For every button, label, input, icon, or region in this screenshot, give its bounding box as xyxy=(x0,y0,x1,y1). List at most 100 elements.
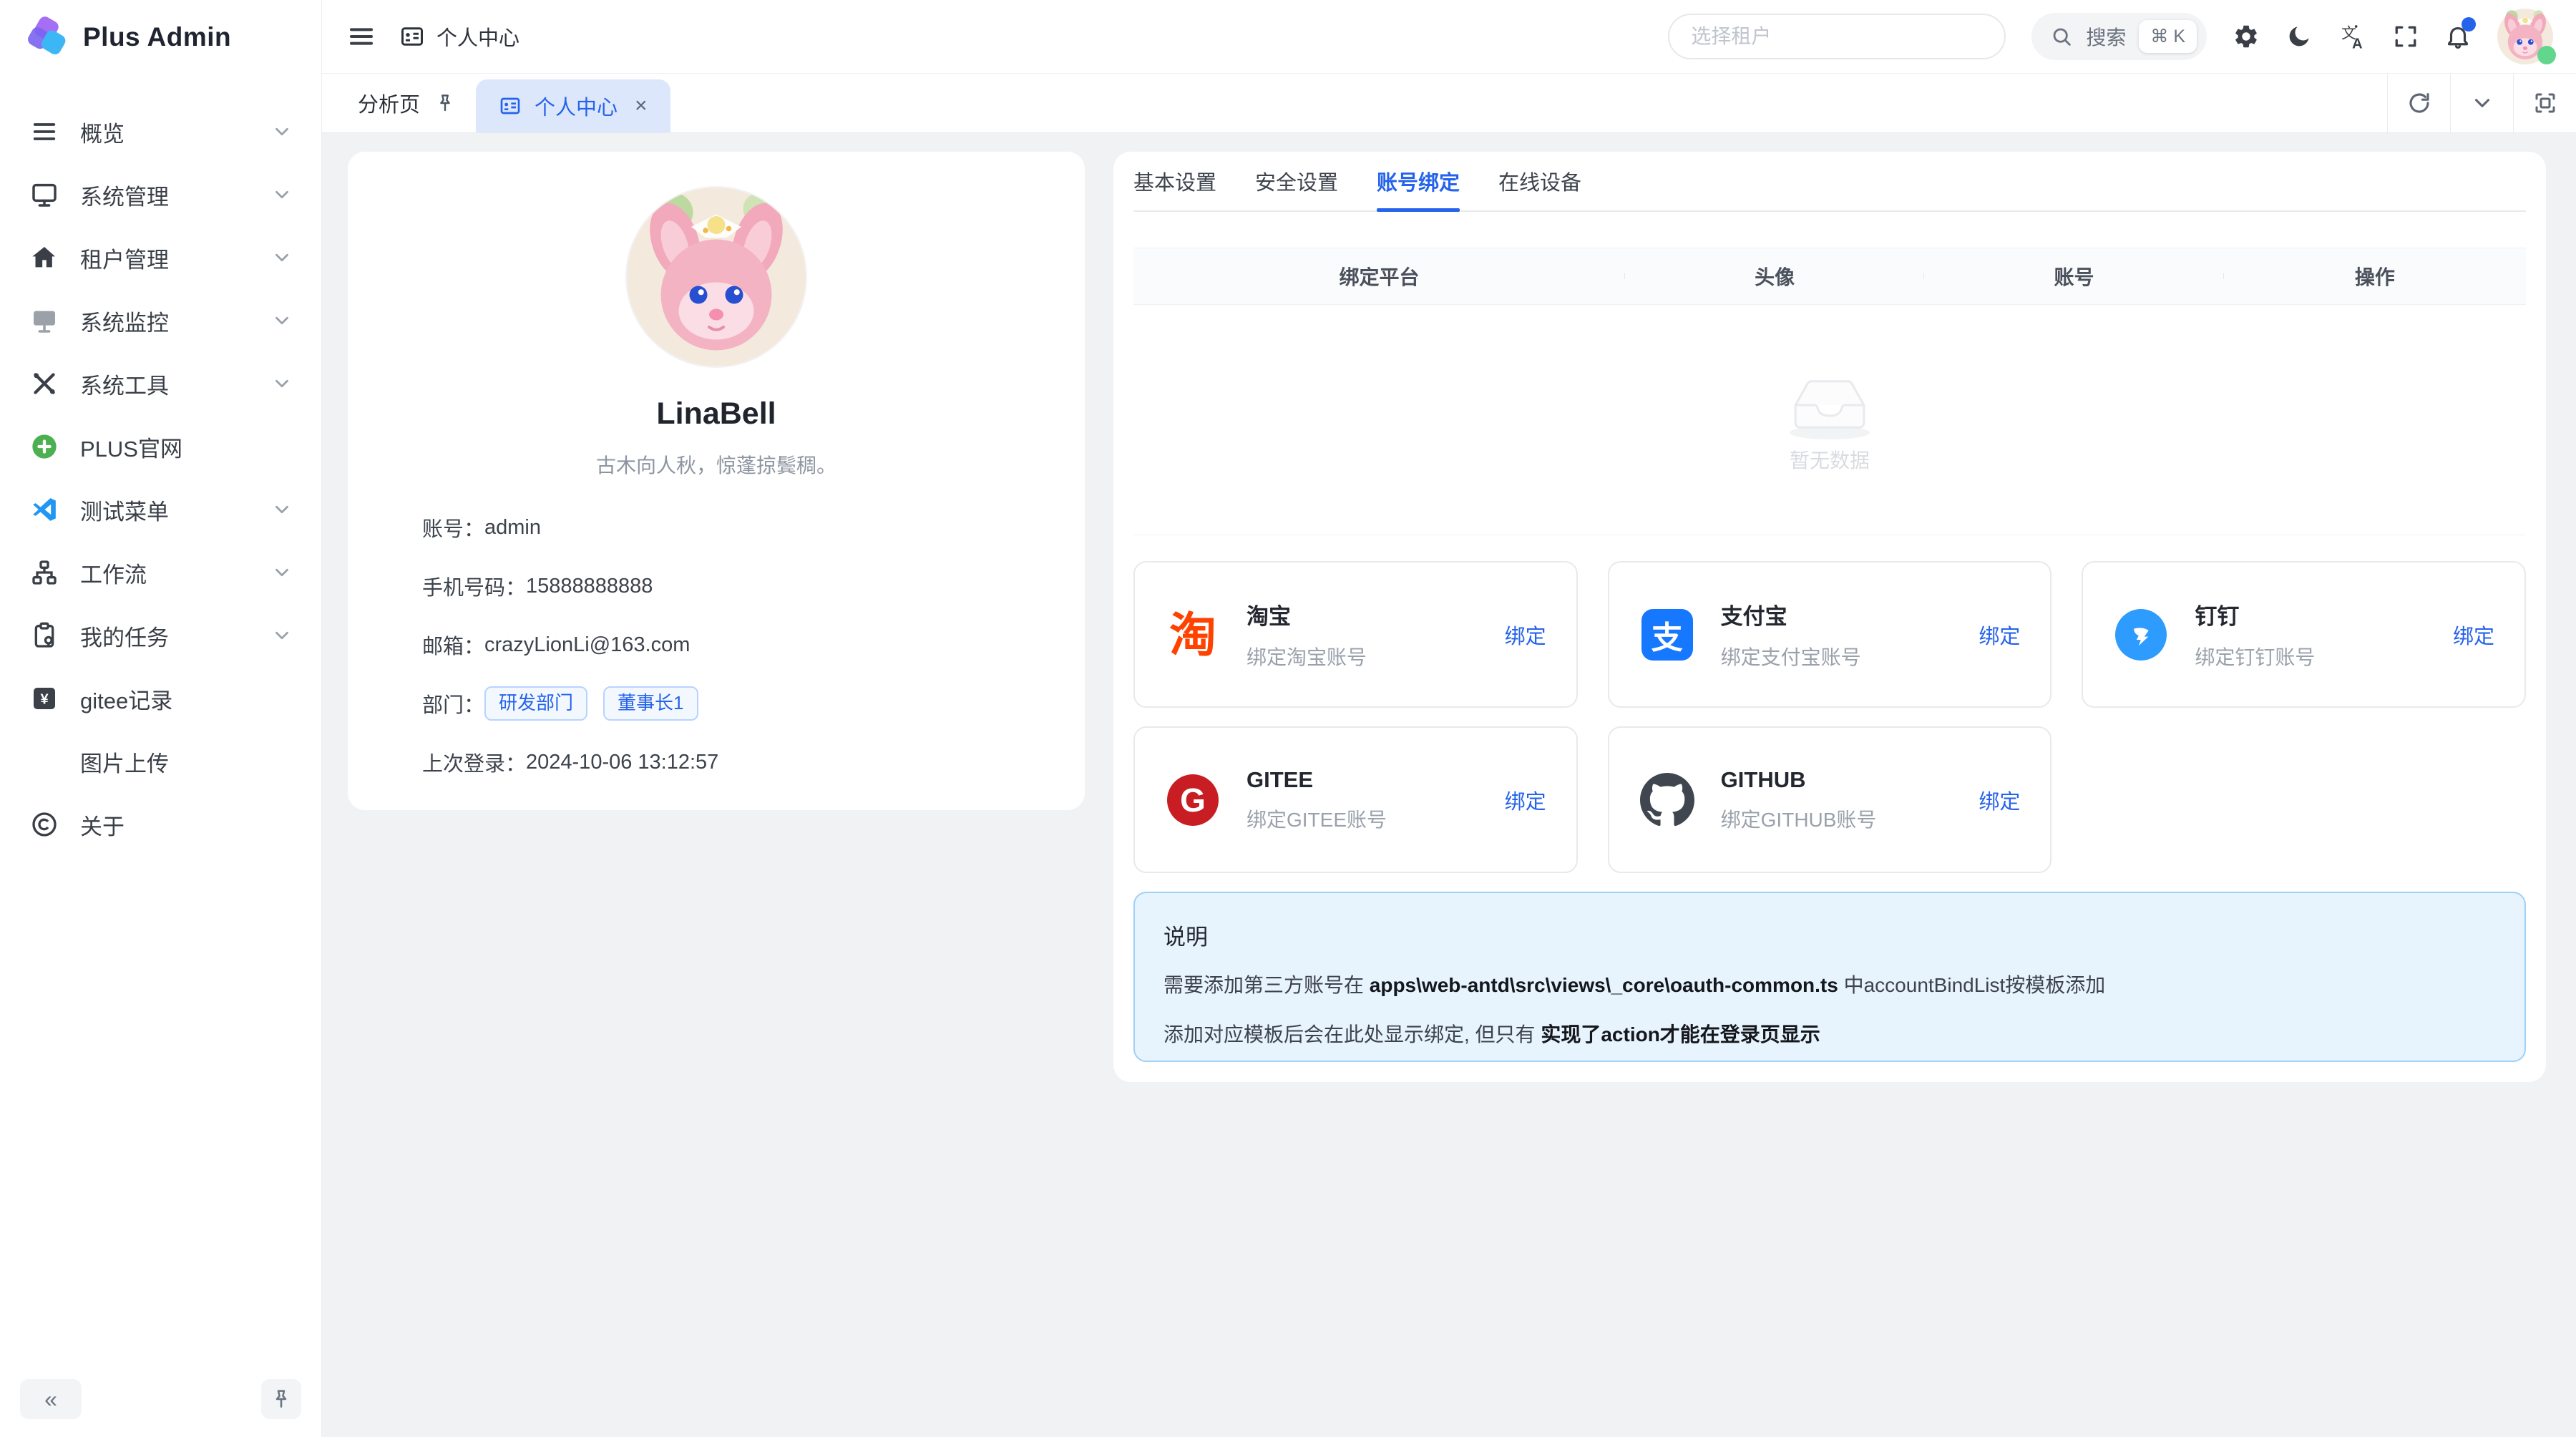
empty-state: 暂无数据 xyxy=(1133,305,2526,535)
bind-card-title: 支付宝 xyxy=(1721,598,1979,630)
column-header-account: 账号 xyxy=(1924,262,2223,291)
empty-inbox-icon xyxy=(1782,366,1878,441)
tab-analysis[interactable]: 分析页 xyxy=(322,74,476,132)
sidebar-item-about[interactable]: 关于 xyxy=(11,793,310,856)
tab-personal-center[interactable]: 个人中心 × xyxy=(476,79,670,132)
sidebar-item-tenant-admin[interactable]: 租户管理 xyxy=(11,226,310,289)
chevron-down-icon xyxy=(271,499,293,520)
search-icon xyxy=(2050,25,2073,48)
notification-badge xyxy=(2462,17,2476,31)
bind-card-desc: 绑定淘宝账号 xyxy=(1246,642,1505,671)
search-shortcut-badge: ⌘ K xyxy=(2139,20,2197,53)
profile-field-email: 邮箱： crazyLionLi@163.com xyxy=(422,629,1010,661)
monitor-icon xyxy=(29,179,60,210)
binding-table-header: 绑定平台 头像 账号 操作 xyxy=(1133,248,2526,305)
moon-icon[interactable] xyxy=(2285,23,2313,50)
column-header-actions: 操作 xyxy=(2224,262,2526,291)
bind-link-gitee[interactable]: 绑定 xyxy=(1505,785,1546,815)
sidebar-item-gitee-record[interactable]: ¥ gitee记录 xyxy=(11,667,310,730)
pin-icon xyxy=(270,1388,293,1411)
sidebar-item-test-menu[interactable]: 测试菜单 xyxy=(11,478,310,541)
profile-field-phone: 手机号码： 15888888888 xyxy=(422,570,1010,602)
note-box: 说明 需要添加第三方账号在 apps\web-antd\src\views\_c… xyxy=(1133,892,2526,1062)
app-logo-icon xyxy=(26,16,67,58)
bind-card-desc: 绑定钉钉账号 xyxy=(2195,642,2453,671)
top-bar-actions: 搜索 ⌘ K 文A xyxy=(1668,9,2553,64)
sidebar-item-workflow[interactable]: 工作流 xyxy=(11,541,310,604)
logo[interactable]: Plus Admin xyxy=(0,0,321,74)
bind-card-desc: 绑定GITEE账号 xyxy=(1246,804,1505,833)
vscode-icon xyxy=(29,494,60,525)
chevron-down-icon[interactable] xyxy=(2450,74,2513,132)
settings-panel: 基本设置 安全设置 账号绑定 在线设备 绑定平台 头像 账号 操作 xyxy=(1113,152,2546,1082)
bind-link-alipay[interactable]: 绑定 xyxy=(1979,620,2020,650)
pin-icon[interactable] xyxy=(434,92,456,114)
github-icon xyxy=(1639,772,1695,828)
chevron-down-icon xyxy=(271,184,293,205)
chevron-down-icon xyxy=(271,121,293,142)
gitee-icon: G xyxy=(1165,772,1221,828)
app-title: Plus Admin xyxy=(83,22,231,52)
clipboard-icon xyxy=(29,620,60,651)
sidebar-item-system-admin[interactable]: 系统管理 xyxy=(11,163,310,226)
main-area: 个人中心 搜索 ⌘ K 文A xyxy=(322,0,2576,1437)
global-search[interactable]: 搜索 ⌘ K xyxy=(2031,13,2207,60)
monitor-filled-icon xyxy=(29,305,60,336)
translate-icon[interactable]: 文A xyxy=(2338,22,2367,51)
bind-card-title: 钉钉 xyxy=(2195,598,2453,630)
bind-card-dingtalk: 钉钉 绑定钉钉账号 绑定 xyxy=(2082,561,2526,708)
sidebar-item-system-tools[interactable]: 系统工具 xyxy=(11,352,310,415)
department-tag: 董事长1 xyxy=(603,686,698,721)
maximize-icon[interactable] xyxy=(2513,74,2576,132)
bind-card-title: GITEE xyxy=(1246,767,1505,793)
profile-field-department: 部门： 研发部门 董事长1 xyxy=(422,688,1010,719)
note-title: 说明 xyxy=(1163,919,2496,951)
close-icon[interactable]: × xyxy=(635,95,648,117)
profile-field-account: 账号： admin xyxy=(422,512,1010,543)
menu-icon xyxy=(29,116,60,147)
tab-security-settings[interactable]: 安全设置 xyxy=(1255,152,1338,210)
note-line-1: 需要添加第三方账号在 apps\web-antd\src\views\_core… xyxy=(1163,971,2496,1000)
tenant-select-input[interactable] xyxy=(1668,14,2006,59)
sidebar-item-overview[interactable]: 概览 xyxy=(11,100,310,163)
home-icon xyxy=(29,242,60,273)
tab-basic-settings[interactable]: 基本设置 xyxy=(1133,152,1216,210)
workflow-icon xyxy=(29,557,60,588)
bind-card-taobao: 淘 淘宝 绑定淘宝账号 绑定 xyxy=(1133,561,1578,708)
sidebar-item-system-monitor[interactable]: 系统监控 xyxy=(11,289,310,352)
sidebar-item-my-tasks[interactable]: 我的任务 xyxy=(11,604,310,667)
user-avatar[interactable] xyxy=(2497,9,2553,64)
tab-account-binding[interactable]: 账号绑定 xyxy=(1377,152,1460,210)
bind-link-github[interactable]: 绑定 xyxy=(1979,785,2020,815)
bind-card-desc: 绑定GITHUB账号 xyxy=(1721,804,1979,833)
sidebar-item-plus-site[interactable]: PLUS官网 xyxy=(11,415,310,478)
fullscreen-icon[interactable] xyxy=(2393,24,2419,49)
profile-motto: 古木向人秋，惊蓬掠鬓稠。 xyxy=(596,450,836,479)
department-tag: 研发部门 xyxy=(484,686,587,721)
chevron-down-icon xyxy=(271,562,293,583)
sidebar-collapse-button[interactable]: « xyxy=(20,1379,82,1419)
svg-text:¥: ¥ xyxy=(40,692,49,708)
sidebar-pin-button[interactable] xyxy=(261,1379,301,1419)
notifications-button[interactable] xyxy=(2444,23,2472,50)
tab-online-devices[interactable]: 在线设备 xyxy=(1498,152,1581,210)
tabs-toolbar xyxy=(2387,74,2576,132)
alipay-icon: 支 xyxy=(1639,607,1695,663)
column-header-avatar: 头像 xyxy=(1625,262,1924,291)
top-bar: 个人中心 搜索 ⌘ K 文A xyxy=(322,0,2576,73)
profile-name: LinaBell xyxy=(656,396,776,432)
id-card-icon xyxy=(399,24,425,49)
bind-link-taobao[interactable]: 绑定 xyxy=(1505,620,1546,650)
hamburger-menu-icon[interactable] xyxy=(346,21,376,52)
bind-card-alipay: 支 支付宝 绑定支付宝账号 绑定 xyxy=(1608,561,2052,708)
sidebar-footer: « xyxy=(0,1361,321,1437)
profile-card: LinaBell 古木向人秋，惊蓬掠鬓稠。 账号： admin 手机号码： 15… xyxy=(348,152,1085,810)
bind-link-dingtalk[interactable]: 绑定 xyxy=(2453,620,2494,650)
refresh-icon[interactable] xyxy=(2387,74,2450,132)
sidebar-item-image-upload[interactable]: 图片上传 xyxy=(11,730,310,793)
gear-icon[interactable] xyxy=(2233,23,2260,50)
breadcrumb[interactable]: 个人中心 xyxy=(399,21,519,52)
svg-text:A: A xyxy=(2352,36,2362,51)
bind-card-github: GITHUB 绑定GITHUB账号 绑定 xyxy=(1608,726,2052,873)
bind-cards-grid: 淘 淘宝 绑定淘宝账号 绑定 支 支付宝 绑定支付宝账号 xyxy=(1133,561,2526,873)
